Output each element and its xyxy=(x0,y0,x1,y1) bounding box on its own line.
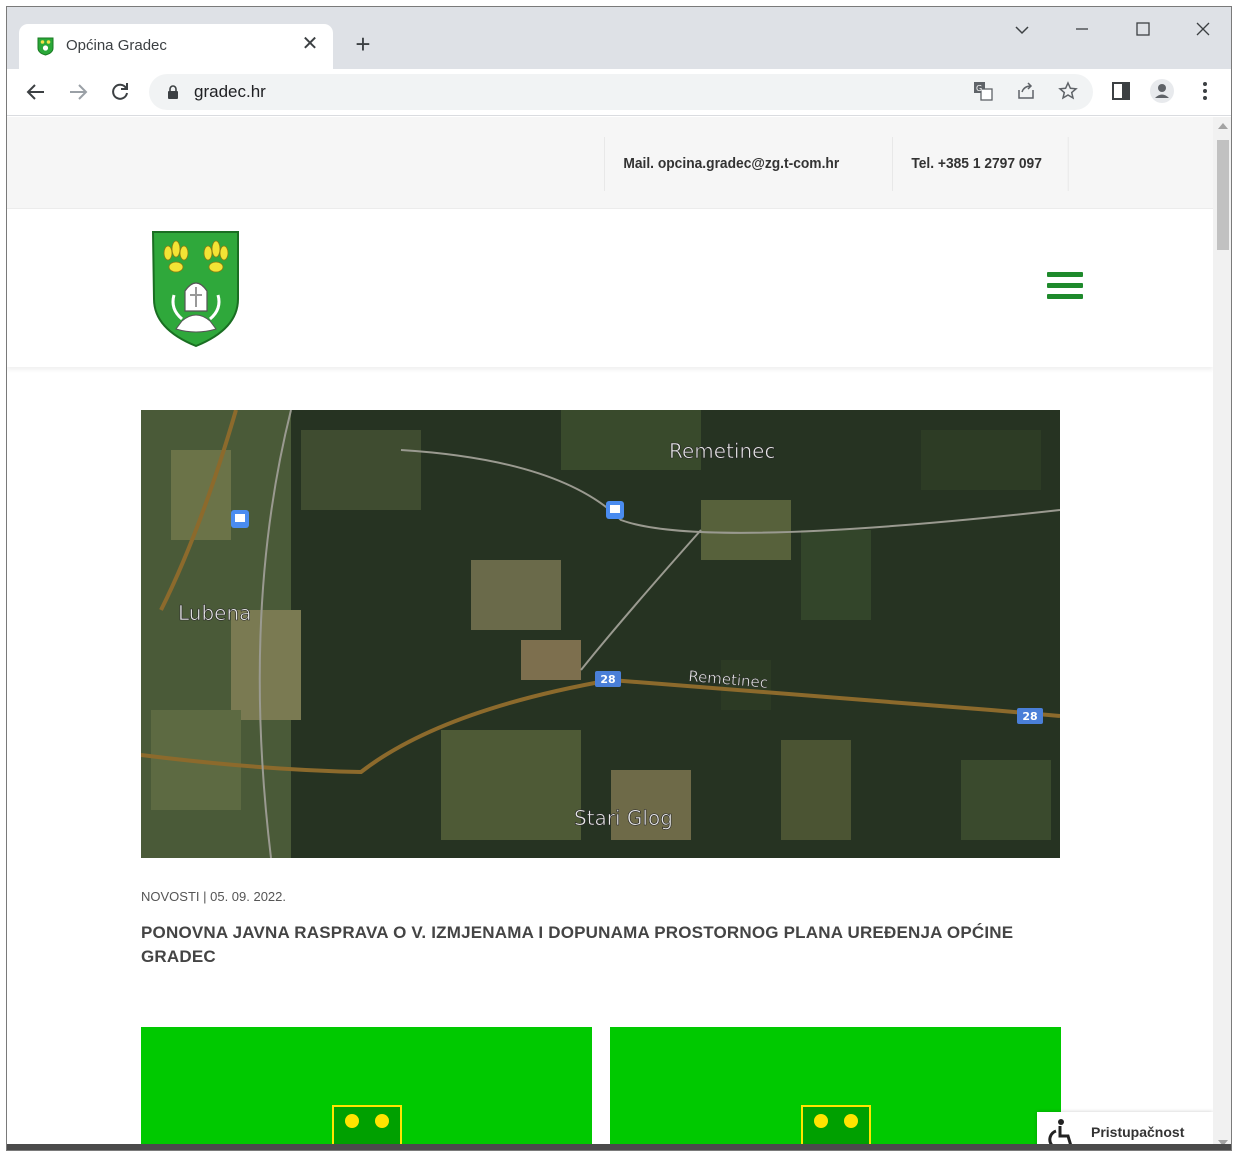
new-tab-button[interactable]: + xyxy=(349,31,377,59)
bus-stop-icon xyxy=(231,510,249,528)
browser-toolbar: gradec.hr G xyxy=(7,69,1231,116)
menu-icon[interactable] xyxy=(1191,77,1219,105)
forward-arrow-icon xyxy=(70,84,88,100)
scroll-up-arrow-icon[interactable] xyxy=(1218,123,1228,129)
bookmark-star-icon[interactable] xyxy=(1054,77,1082,105)
browser-window: Općina Gradec ✕ + gradec.hr G Mail. opci… xyxy=(6,6,1232,1151)
road-28-shield: 28 xyxy=(1017,708,1043,724)
tab-close-icon[interactable]: ✕ xyxy=(299,33,321,55)
site-header xyxy=(7,209,1213,367)
accessibility-label: Pristupačnost xyxy=(1091,1124,1185,1140)
tab-strip: Općina Gradec ✕ + xyxy=(7,7,1231,70)
map-label-lubena: Lubena xyxy=(178,601,251,625)
svg-text:28: 28 xyxy=(1022,710,1037,723)
tab-opcina-gradec[interactable]: Općina Gradec ✕ xyxy=(19,24,333,70)
map-label-remetinec: Remetinec xyxy=(669,439,775,463)
favicon-shield-icon xyxy=(37,37,54,56)
contact-tel[interactable]: Tel. +385 1 2797 097 xyxy=(892,137,1069,191)
article-title[interactable]: PONOVNA JAVNA RASPRAVA O V. IZMJENAMA I … xyxy=(141,921,1041,969)
maximize-button[interactable] xyxy=(1123,15,1163,45)
back-arrow-icon xyxy=(26,84,44,100)
reload-icon xyxy=(112,83,128,100)
profile-icon[interactable] xyxy=(1148,77,1176,105)
map-label-stari-glog: Stari Glog xyxy=(574,806,673,830)
news-card[interactable] xyxy=(141,1027,592,1150)
url-text: gradec.hr xyxy=(194,82,266,101)
forward-button[interactable] xyxy=(63,77,93,107)
tab-title: Općina Gradec xyxy=(66,37,167,54)
article-meta: NOVOSTI | 05. 09. 2022. xyxy=(141,889,287,904)
page-scrollbar[interactable] xyxy=(1213,117,1231,1150)
coat-of-arms-logo[interactable] xyxy=(152,231,240,347)
translate-icon[interactable]: G xyxy=(969,77,997,105)
address-bar[interactable]: gradec.hr xyxy=(149,74,1093,110)
minimize-button[interactable] xyxy=(1062,15,1102,45)
bus-stop-icon xyxy=(606,501,624,519)
back-button[interactable] xyxy=(21,77,51,107)
reload-button[interactable] xyxy=(105,77,135,107)
page-viewport: Mail. opcina.gradec@zg.t-com.hr Tel. +38… xyxy=(7,117,1213,1150)
contact-bar: Mail. opcina.gradec@zg.t-com.hr Tel. +38… xyxy=(7,117,1213,209)
svg-text:G: G xyxy=(976,84,982,93)
share-icon[interactable] xyxy=(1012,77,1040,105)
taskbar-strip xyxy=(7,1144,1231,1150)
svg-text:28: 28 xyxy=(600,673,615,686)
lock-icon xyxy=(168,85,178,99)
satellite-map-picture: 28 28 Remetinec Lubena Remetinec Stari G… xyxy=(141,410,1060,858)
road-28-shield: 28 xyxy=(595,671,621,687)
close-window-button[interactable] xyxy=(1183,15,1223,45)
hamburger-menu-icon[interactable] xyxy=(1047,272,1083,302)
scrollbar-thumb[interactable] xyxy=(1217,140,1229,250)
contact-mail[interactable]: Mail. opcina.gradec@zg.t-com.hr xyxy=(604,137,869,191)
tab-search-chevron-icon[interactable] xyxy=(1002,15,1042,45)
news-card[interactable] xyxy=(610,1027,1061,1150)
article-map-image[interactable]: 28 28 Remetinec Lubena Remetinec Stari G… xyxy=(141,410,1060,858)
side-panel-icon[interactable] xyxy=(1107,77,1135,105)
